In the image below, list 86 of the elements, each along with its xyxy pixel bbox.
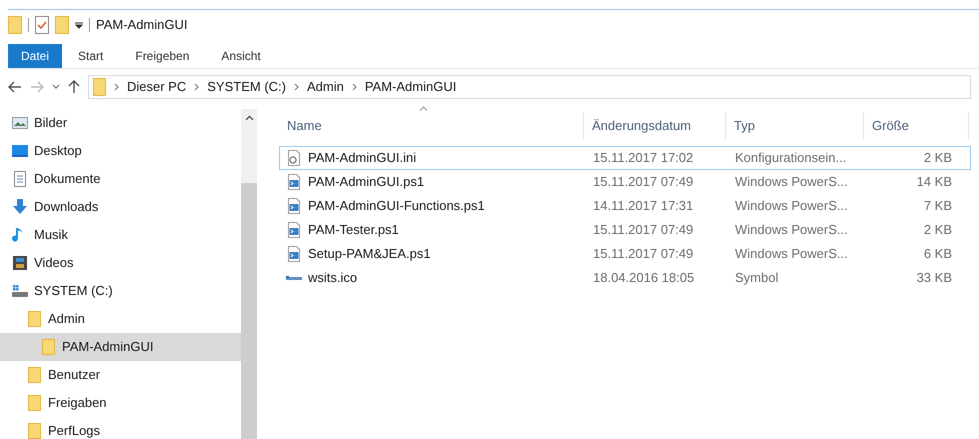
breadcrumb[interactable]: Dieser PC bbox=[127, 77, 186, 97]
file-size: 6 KB bbox=[924, 246, 952, 262]
file-type: Symbol bbox=[735, 270, 778, 286]
nav-item[interactable]: Musik bbox=[0, 221, 241, 249]
file-name: PAM-AdminGUI.ps1 bbox=[308, 173, 424, 192]
folder-icon bbox=[26, 423, 42, 439]
folder-icon bbox=[26, 311, 42, 327]
nav-item[interactable]: Freigaben bbox=[0, 389, 241, 417]
folder-icon bbox=[40, 339, 56, 355]
recent-dropdown-icon[interactable] bbox=[52, 84, 60, 90]
chevron-icon bbox=[194, 83, 200, 91]
up-arrow-icon[interactable] bbox=[68, 80, 80, 94]
breadcrumb[interactable]: PAM-AdminGUI bbox=[364, 77, 456, 97]
ribbon-tab[interactable]: Ansicht bbox=[205, 44, 277, 68]
file-type: Windows PowerS... bbox=[735, 246, 848, 262]
download-arrow-icon bbox=[12, 199, 28, 215]
nav-item[interactable]: Benutzer bbox=[0, 361, 241, 389]
nav-item[interactable]: PAM-AdminGUI bbox=[0, 333, 241, 361]
chevron-icon bbox=[352, 83, 357, 91]
column-header[interactable]: Änderungsdatum bbox=[592, 116, 692, 136]
modified-date: 15.11.2017 07:49 bbox=[593, 246, 694, 262]
address-bar[interactable]: Dieser PC SYSTEM (C:) Admin PAM-AdminGUI bbox=[88, 75, 971, 99]
script-file-icon bbox=[286, 246, 302, 262]
nav-item[interactable]: Dokumente bbox=[0, 165, 241, 193]
folder-icon bbox=[26, 367, 42, 383]
modified-date: 18.04.2016 18:05 bbox=[593, 270, 694, 286]
file-type: Windows PowerS... bbox=[735, 198, 848, 214]
nav-item[interactable]: Desktop bbox=[0, 137, 241, 165]
file-type: Windows PowerS... bbox=[735, 174, 848, 190]
settings-file-icon bbox=[286, 150, 302, 166]
desktop-icon bbox=[12, 143, 28, 159]
dropdown-icon[interactable] bbox=[75, 21, 83, 29]
pictures-icon bbox=[12, 115, 28, 131]
file-row[interactable]: Setup-PAM&JEA.ps1 15.11.2017 07:49 Windows PowerS... 6 KB bbox=[279, 242, 971, 266]
nav-item[interactable]: Videos bbox=[0, 249, 241, 277]
ribbon-tab[interactable]: Datei bbox=[8, 44, 62, 68]
file-size: 2 KB bbox=[924, 222, 952, 238]
column-header[interactable]: Typ bbox=[734, 116, 755, 136]
back-arrow-icon[interactable] bbox=[8, 81, 22, 93]
scroll-up-icon[interactable] bbox=[244, 115, 254, 121]
modified-date: 15.11.2017 07:49 bbox=[593, 222, 694, 238]
file-name: PAM-Tester.ps1 bbox=[308, 221, 399, 240]
scrollbar[interactable] bbox=[241, 109, 257, 439]
file-row[interactable]: PAM-AdminGUI.ini 15.11.2017 17:02 Konfigurationsein... 2 KB bbox=[279, 146, 971, 170]
file-size: 33 KB bbox=[916, 270, 952, 286]
column-header[interactable]: Größe bbox=[872, 116, 909, 136]
folder-icon bbox=[93, 78, 106, 96]
file-row[interactable]: wsits.ico 18.04.2016 18:05 Symbol 33 KB bbox=[279, 266, 971, 290]
script-file-icon bbox=[286, 222, 302, 238]
nav-item[interactable]: Downloads bbox=[0, 193, 241, 221]
forward-arrow-icon[interactable] bbox=[30, 81, 44, 93]
nav-item[interactable]: PerfLogs bbox=[0, 417, 241, 439]
document-icon bbox=[12, 171, 28, 187]
nav-item[interactable]: SYSTEM (C:) bbox=[0, 277, 241, 305]
file-name: PAM-AdminGUI.ini bbox=[308, 149, 416, 168]
file-size: 7 KB bbox=[924, 198, 952, 214]
chevron-icon bbox=[294, 83, 299, 91]
ribbon-tab[interactable]: Freigeben bbox=[119, 44, 206, 68]
file-size: 14 KB bbox=[916, 174, 952, 190]
file-size: 2 KB bbox=[924, 150, 952, 166]
file-name: PAM-AdminGUI-Functions.ps1 bbox=[308, 197, 485, 216]
properties-icon[interactable] bbox=[35, 16, 49, 34]
file-name: Setup-PAM&JEA.ps1 bbox=[308, 245, 431, 264]
column-header[interactable]: Name bbox=[287, 116, 322, 136]
modified-date: 14.11.2017 17:31 bbox=[593, 198, 694, 214]
drive-icon bbox=[12, 283, 28, 299]
file-row[interactable]: PAM-AdminGUI-Functions.ps1 14.11.2017 17:31 Windows PowerS... 7 KB bbox=[279, 194, 971, 218]
breadcrumb[interactable]: Admin bbox=[306, 77, 344, 97]
window-title: PAM-AdminGUI bbox=[96, 16, 188, 34]
file-type: Konfigurationsein... bbox=[735, 150, 846, 166]
file-row[interactable]: PAM-Tester.ps1 15.11.2017 07:49 Windows PowerS... 2 KB bbox=[279, 218, 971, 242]
scrollbar-thumb[interactable] bbox=[241, 182, 257, 439]
file-row[interactable]: PAM-AdminGUI.ps1 15.11.2017 07:49 Windows PowerS... 14 KB bbox=[279, 170, 971, 194]
breadcrumb[interactable]: SYSTEM (C:) bbox=[207, 77, 286, 97]
folder-icon bbox=[26, 395, 42, 411]
script-file-icon bbox=[286, 198, 302, 214]
script-file-icon bbox=[286, 174, 302, 190]
modified-date: 15.11.2017 17:02 bbox=[593, 150, 694, 166]
nav-item[interactable]: Admin bbox=[0, 305, 241, 333]
ribbon-tab[interactable]: Start bbox=[62, 44, 120, 68]
file-name: wsits.ico bbox=[308, 269, 358, 288]
chevron-icon bbox=[114, 83, 119, 91]
file-type: Windows PowerS... bbox=[735, 222, 848, 238]
film-icon bbox=[12, 255, 28, 271]
nav-item[interactable]: Bilder bbox=[0, 109, 241, 137]
modified-date: 15.11.2017 07:49 bbox=[593, 174, 694, 190]
